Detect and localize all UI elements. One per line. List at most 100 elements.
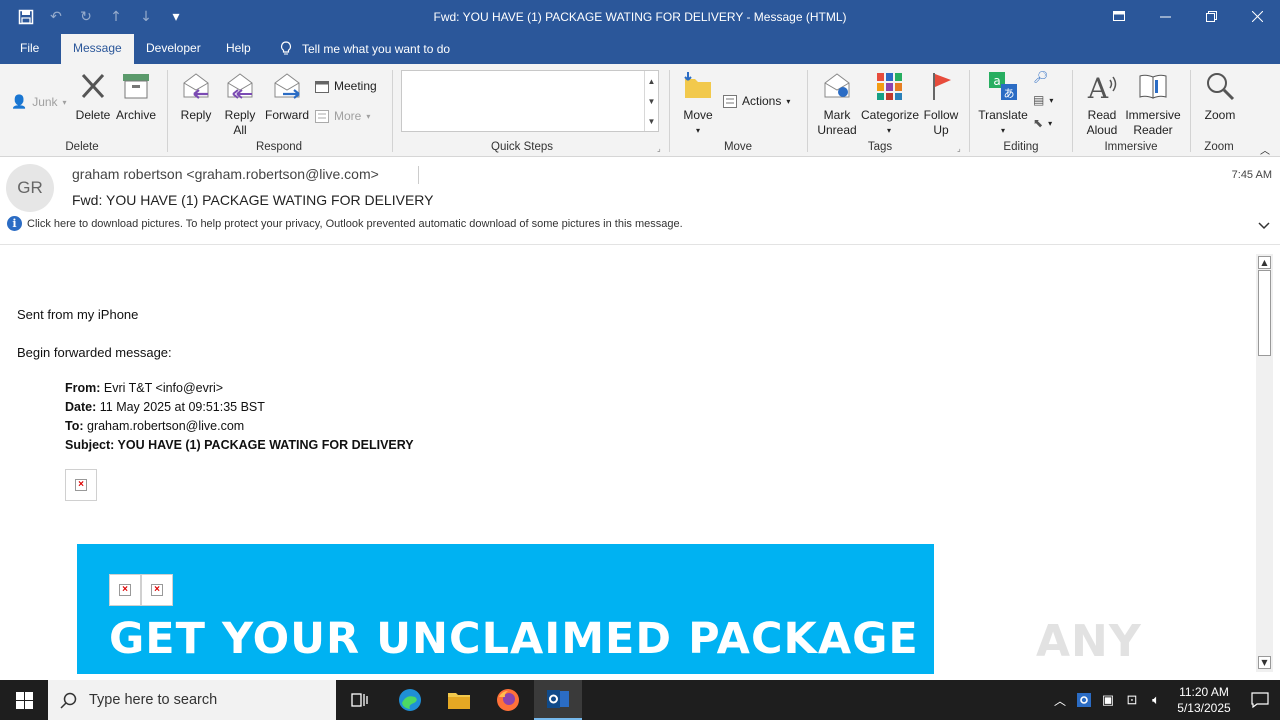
dialog-launcher-icon[interactable]: ⌟ — [957, 144, 961, 153]
outlook-taskbar-icon[interactable] — [534, 680, 582, 720]
meeting-button[interactable]: Meeting — [315, 79, 377, 93]
scroll-up-arrow[interactable]: ▲ — [1258, 256, 1271, 269]
read-aloud-label-1: Read — [1087, 108, 1117, 122]
quick-steps-gallery[interactable]: ▲ ▼ ▼ — [401, 70, 659, 132]
related-button[interactable]: ▤ ▾ — [1033, 93, 1053, 107]
scroll-down-icon[interactable]: ▼ — [648, 97, 656, 106]
download-pictures-bar[interactable]: i Click here to download pictures. To he… — [7, 216, 683, 231]
group-zoom-label: Zoom — [1204, 141, 1234, 153]
ribbon-display-options-icon[interactable] — [1096, 0, 1142, 32]
ribbon: 👤 Junk ▾ Delete Archive Delete Reply Rep… — [0, 64, 1280, 157]
taskbar-clock[interactable]: 11:20 AM 5/13/2025 — [1168, 684, 1240, 716]
forward-button[interactable]: Forward — [264, 70, 310, 123]
watermark-logo: ANY RUN — [1036, 616, 1144, 674]
more-icon — [315, 109, 329, 123]
reply-all-button[interactable]: Reply All — [221, 70, 259, 138]
file-explorer-icon[interactable] — [435, 680, 483, 720]
reply-all-icon — [227, 73, 253, 99]
taskbar-search[interactable]: Type here to search — [48, 680, 336, 720]
cursor-icon: ⬉ — [1033, 116, 1044, 130]
tell-me-search[interactable]: Tell me what you want to do — [280, 41, 450, 56]
select-button[interactable]: ⬉ ▾ — [1033, 116, 1052, 130]
broken-image-icon[interactable]: × — [141, 574, 173, 606]
categorize-label: Categorize — [861, 108, 920, 122]
immersive-reader-label-2: Reader — [1133, 123, 1173, 137]
chevron-down-icon: ▾ — [1000, 126, 1005, 135]
search-placeholder: Type here to search — [89, 692, 218, 708]
tab-message[interactable]: Message — [61, 34, 134, 64]
firefox-icon[interactable] — [484, 680, 532, 720]
expand-gallery-icon[interactable]: ▼ — [648, 117, 656, 126]
broken-image-icon[interactable]: × — [109, 574, 141, 606]
restore-button[interactable] — [1188, 0, 1234, 32]
junk-icon: 👤 — [11, 94, 28, 109]
sender[interactable]: graham robertson <graham.robertson@live.… — [72, 166, 379, 182]
promo-banner[interactable]: × × GET YOUR UNCLAIMED PACKAGE — [77, 544, 934, 674]
tab-developer[interactable]: Developer — [146, 41, 201, 55]
find-button[interactable]: 🔎︎ — [1033, 70, 1048, 84]
junk-button[interactable]: 👤 Junk ▾ — [11, 94, 67, 110]
scroll-up-icon[interactable]: ▲ — [648, 77, 656, 86]
chevron-down-icon: ▾ — [1048, 118, 1053, 128]
group-quick-steps-label: Quick Steps — [491, 141, 553, 153]
banner-headline: GET YOUR UNCLAIMED PACKAGE — [109, 614, 919, 664]
info-bar-text: Click here to download pictures. To help… — [27, 217, 683, 230]
forwarded-headers: From: Evri T&T <info@evri> Date: 11 May … — [65, 379, 414, 455]
start-button[interactable] — [0, 680, 48, 720]
move-button[interactable]: Move ▾ — [679, 70, 717, 138]
broken-image-icon[interactable]: × — [65, 469, 97, 501]
delete-button[interactable]: Delete — [74, 70, 112, 123]
zoom-button[interactable]: Zoom — [1199, 70, 1241, 123]
message-time: 7:45 AM — [1231, 169, 1272, 181]
more-respond-button[interactable]: More ▾ — [315, 109, 370, 123]
network-icon[interactable]: ⊡ — [1120, 692, 1144, 708]
move-label: Move — [683, 108, 713, 122]
tab-help[interactable]: Help — [226, 41, 251, 55]
reply-label: Reply — [180, 108, 212, 122]
chevron-down-icon: ▾ — [886, 126, 891, 135]
follow-up-button[interactable]: Follow Up — [919, 70, 963, 138]
outlook-tray-icon[interactable] — [1072, 692, 1096, 708]
tab-file[interactable]: File — [20, 41, 39, 55]
scroll-down-arrow[interactable]: ▼ — [1258, 656, 1271, 669]
from-label: From: — [65, 381, 101, 395]
chevron-up-icon[interactable]: ︿ — [1048, 692, 1072, 709]
dialog-launcher-icon[interactable]: ⌟ — [657, 144, 661, 153]
search-icon — [60, 692, 77, 709]
mark-unread-button[interactable]: Mark Unread — [815, 70, 859, 138]
delete-label: Delete — [75, 108, 111, 122]
immersive-reader-button[interactable]: Immersive Reader — [1124, 70, 1182, 138]
notifications-icon[interactable] — [1240, 692, 1280, 708]
volume-icon[interactable]: 🔈︎ — [1144, 692, 1168, 708]
collapse-ribbon-icon[interactable]: ︿ — [1260, 142, 1270, 157]
reply-button[interactable]: Reply — [177, 70, 215, 123]
find-icon: 🔎︎ — [1033, 70, 1049, 84]
to-value[interactable]: graham.robertson@live.com — [84, 419, 244, 433]
flag-icon — [933, 73, 951, 100]
close-button[interactable] — [1234, 0, 1280, 32]
body-line-sent-from: Sent from my iPhone — [17, 307, 139, 322]
read-aloud-button[interactable]: A Read Aloud — [1080, 70, 1124, 138]
translate-button[interactable]: aあ Translate ▾ — [977, 70, 1029, 138]
vertical-scrollbar[interactable]: ▲ ▼ — [1256, 254, 1273, 672]
svg-text:A: A — [1087, 72, 1109, 102]
ribbon-tabs: File Message Developer Help Tell me what… — [0, 34, 1280, 64]
actions-label: Actions — [742, 94, 782, 108]
chevron-down-icon[interactable] — [1258, 219, 1270, 233]
clock-time: 11:20 AM — [1179, 685, 1229, 699]
task-view-icon[interactable] — [336, 680, 384, 720]
windows-logo-icon — [15, 691, 33, 709]
book-icon — [1139, 74, 1167, 99]
svg-text:a: a — [993, 74, 1000, 88]
categorize-button[interactable]: Categorize ▾ — [861, 70, 920, 138]
device-icon[interactable]: ▣ — [1096, 692, 1120, 708]
edge-browser-icon[interactable] — [386, 680, 434, 720]
follow-up-label-1: Follow — [923, 108, 959, 122]
minimize-button[interactable] — [1142, 0, 1188, 32]
actions-button[interactable]: Actions ▾ — [723, 94, 790, 108]
archive-button[interactable]: Archive — [114, 70, 158, 123]
scroll-thumb[interactable] — [1258, 270, 1271, 356]
related-icon: ▤ — [1033, 93, 1045, 107]
group-separator — [669, 70, 670, 152]
divider — [418, 166, 419, 184]
